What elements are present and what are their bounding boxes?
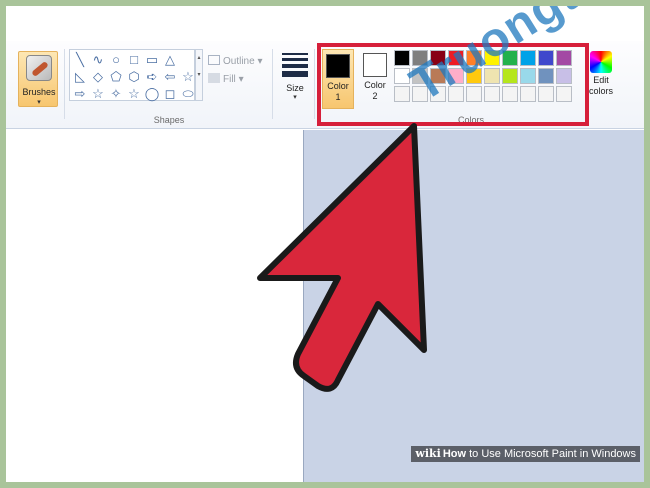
shape-item[interactable]: △ xyxy=(161,51,179,68)
shape-item[interactable]: ⇦ xyxy=(161,68,179,85)
caption-wiki: wiki xyxy=(415,447,441,460)
ribbon-separator xyxy=(314,49,315,119)
outline-button[interactable]: Outline ▾ xyxy=(208,55,263,67)
shape-item[interactable]: ▭ xyxy=(143,51,161,68)
shape-item[interactable]: ◇ xyxy=(89,68,107,85)
shape-item[interactable]: ⬡ xyxy=(125,68,143,85)
caption-title: to Use Microsoft Paint in Windows xyxy=(466,448,636,460)
shape-item[interactable]: □ xyxy=(125,51,143,68)
outline-label: Outline xyxy=(223,56,255,67)
shape-item[interactable]: ➪ xyxy=(143,68,161,85)
ribbon-separator xyxy=(64,49,65,119)
shapes-group-label: Shapes xyxy=(153,115,185,125)
brush-icon xyxy=(26,55,52,81)
fill-icon xyxy=(208,73,220,83)
brushes-label: Brushes xyxy=(22,87,56,97)
line-size-icon xyxy=(279,53,311,77)
pointer-arrow xyxy=(257,123,427,392)
shape-item[interactable]: ◻ xyxy=(161,85,179,102)
outline-icon xyxy=(208,55,220,65)
fill-label: Fill xyxy=(223,74,236,85)
shapes-gallery[interactable]: ╲ ∿ ○ □ ▭ △ ◺ ◇ ⬠ ⬡ ➪ ⇦ ☆ ⇨ ☆ ✧ ☆ ◯ ◻ ⬭ xyxy=(69,49,195,101)
chevron-down-icon: ▾ xyxy=(238,74,244,85)
edit-colors-line2: colors xyxy=(588,86,613,96)
shape-item[interactable]: ◺ xyxy=(71,68,89,85)
chevron-down-icon: ▾ xyxy=(257,56,263,67)
shapes-scroll[interactable]: ▴ ▾ xyxy=(195,49,203,101)
fill-button[interactable]: Fill ▾ xyxy=(208,73,244,85)
edit-colors-button[interactable]: Edit colors xyxy=(584,51,618,109)
size-label: Size xyxy=(286,83,304,93)
shape-item[interactable]: ○ xyxy=(107,51,125,68)
screenshot-frame: Brushes ▾ ╲ ∿ ○ □ ▭ △ ◺ ◇ ⬠ ⬡ ➪ ⇦ ☆ ⇨ ☆ ✧ ☆ ◯ ◻ ⬭ ▴ ▾ Outlin… xyxy=(6,6,644,482)
size-button[interactable]: Size ▾ xyxy=(279,53,311,111)
chevron-down-icon: ▾ xyxy=(37,99,41,106)
shape-item[interactable]: ∿ xyxy=(89,51,107,68)
ribbon-separator xyxy=(272,49,273,119)
edit-colors-label: Edit colors xyxy=(584,75,618,97)
shape-item[interactable]: ☆ xyxy=(89,85,107,102)
color-wheel-icon xyxy=(590,51,612,73)
wikihow-caption: wiki How to Use Microsoft Paint in Window… xyxy=(411,446,640,462)
chevron-down-icon: ▾ xyxy=(293,94,297,101)
shape-item[interactable]: ⇨ xyxy=(71,85,89,102)
shape-item[interactable]: ⬠ xyxy=(107,68,125,85)
shape-item[interactable]: ◯ xyxy=(143,85,161,102)
shape-item[interactable]: ╲ xyxy=(71,51,89,68)
brushes-button[interactable]: Brushes ▾ xyxy=(18,51,58,107)
shape-item[interactable]: ☆ xyxy=(125,85,143,102)
caption-how: How xyxy=(442,448,467,460)
edit-colors-line1: Edit xyxy=(593,75,609,85)
shape-item[interactable]: ✧ xyxy=(107,85,125,102)
